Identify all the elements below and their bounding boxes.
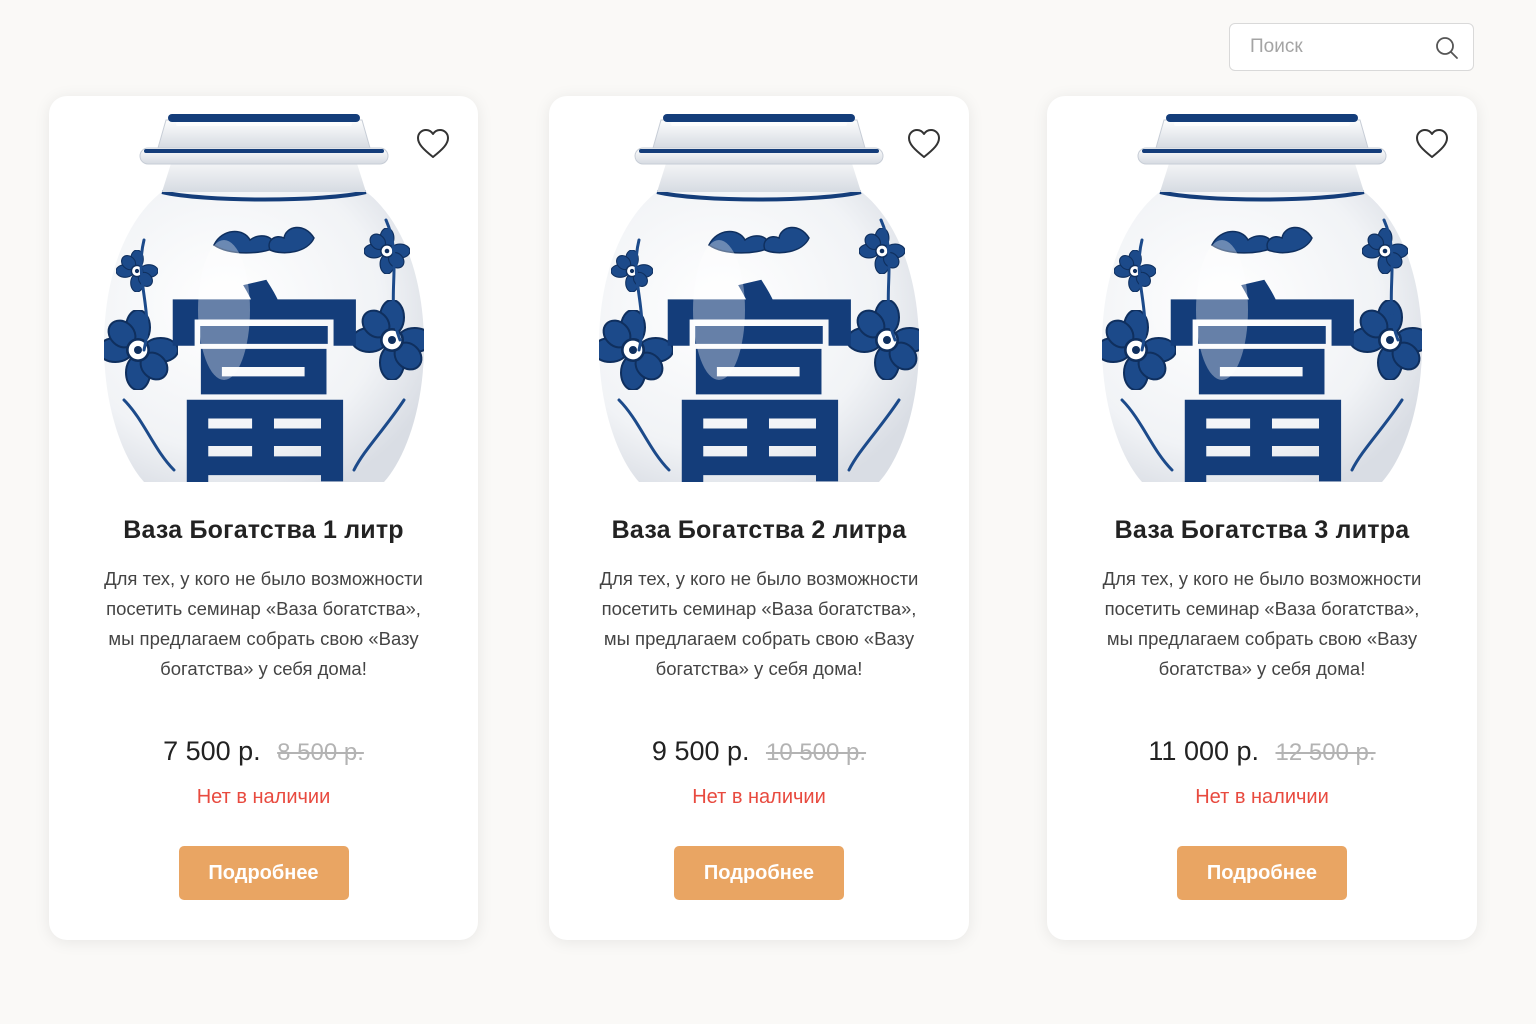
search-input[interactable] [1248,35,1432,59]
current-price: 7 500 р. [163,736,261,766]
product-description: Для тех, у кого не было возможности посе… [104,568,423,679]
old-price: 8 500 р. [277,739,364,766]
product-card: Ваза Богатства 2 литра Для тех, у кого н… [549,96,969,940]
details-button[interactable]: Подробнее [178,846,349,900]
details-button[interactable]: Подробнее [674,846,844,900]
product-title[interactable]: Ваза Богатства 1 литр [49,516,478,545]
product-description: Для тех, у кого не было возможности посе… [1102,568,1422,679]
product-title[interactable]: Ваза Богатства 2 литра [549,516,969,545]
stock-status: Нет в наличии [196,786,331,808]
heart-icon[interactable] [907,128,941,160]
product-card: Ваза Богатства 3 литра Для тех, у кого н… [1047,96,1477,940]
product-image[interactable] [599,110,919,482]
current-price: 11 000 р. [1148,736,1260,766]
product-image[interactable] [1102,110,1422,482]
search-icon[interactable] [1435,36,1459,60]
heart-icon[interactable] [416,128,450,160]
product-card: Ваза Богатства 1 литр Для тех, у кого не… [49,96,478,940]
product-title[interactable]: Ваза Богатства 3 литра [1047,516,1477,545]
price-row: 11 000 р. 12 500 р. [1047,736,1477,767]
current-price: 9 500 р. [651,736,750,766]
details-button[interactable]: Подробнее [1177,846,1347,900]
heart-icon[interactable] [1415,128,1449,160]
stock-status: Нет в наличии [692,786,826,808]
old-price: 10 500 р. [765,739,867,766]
price-row: 9 500 р. 10 500 р. [549,736,969,767]
stock-status: Нет в наличии [1195,786,1329,808]
product-image[interactable] [104,110,424,482]
search-box[interactable] [1229,23,1474,71]
old-price: 12 500 р. [1275,739,1376,766]
price-row: 7 500 р. 8 500 р. [49,736,478,767]
product-description: Для тех, у кого не было возможности посе… [599,568,919,679]
